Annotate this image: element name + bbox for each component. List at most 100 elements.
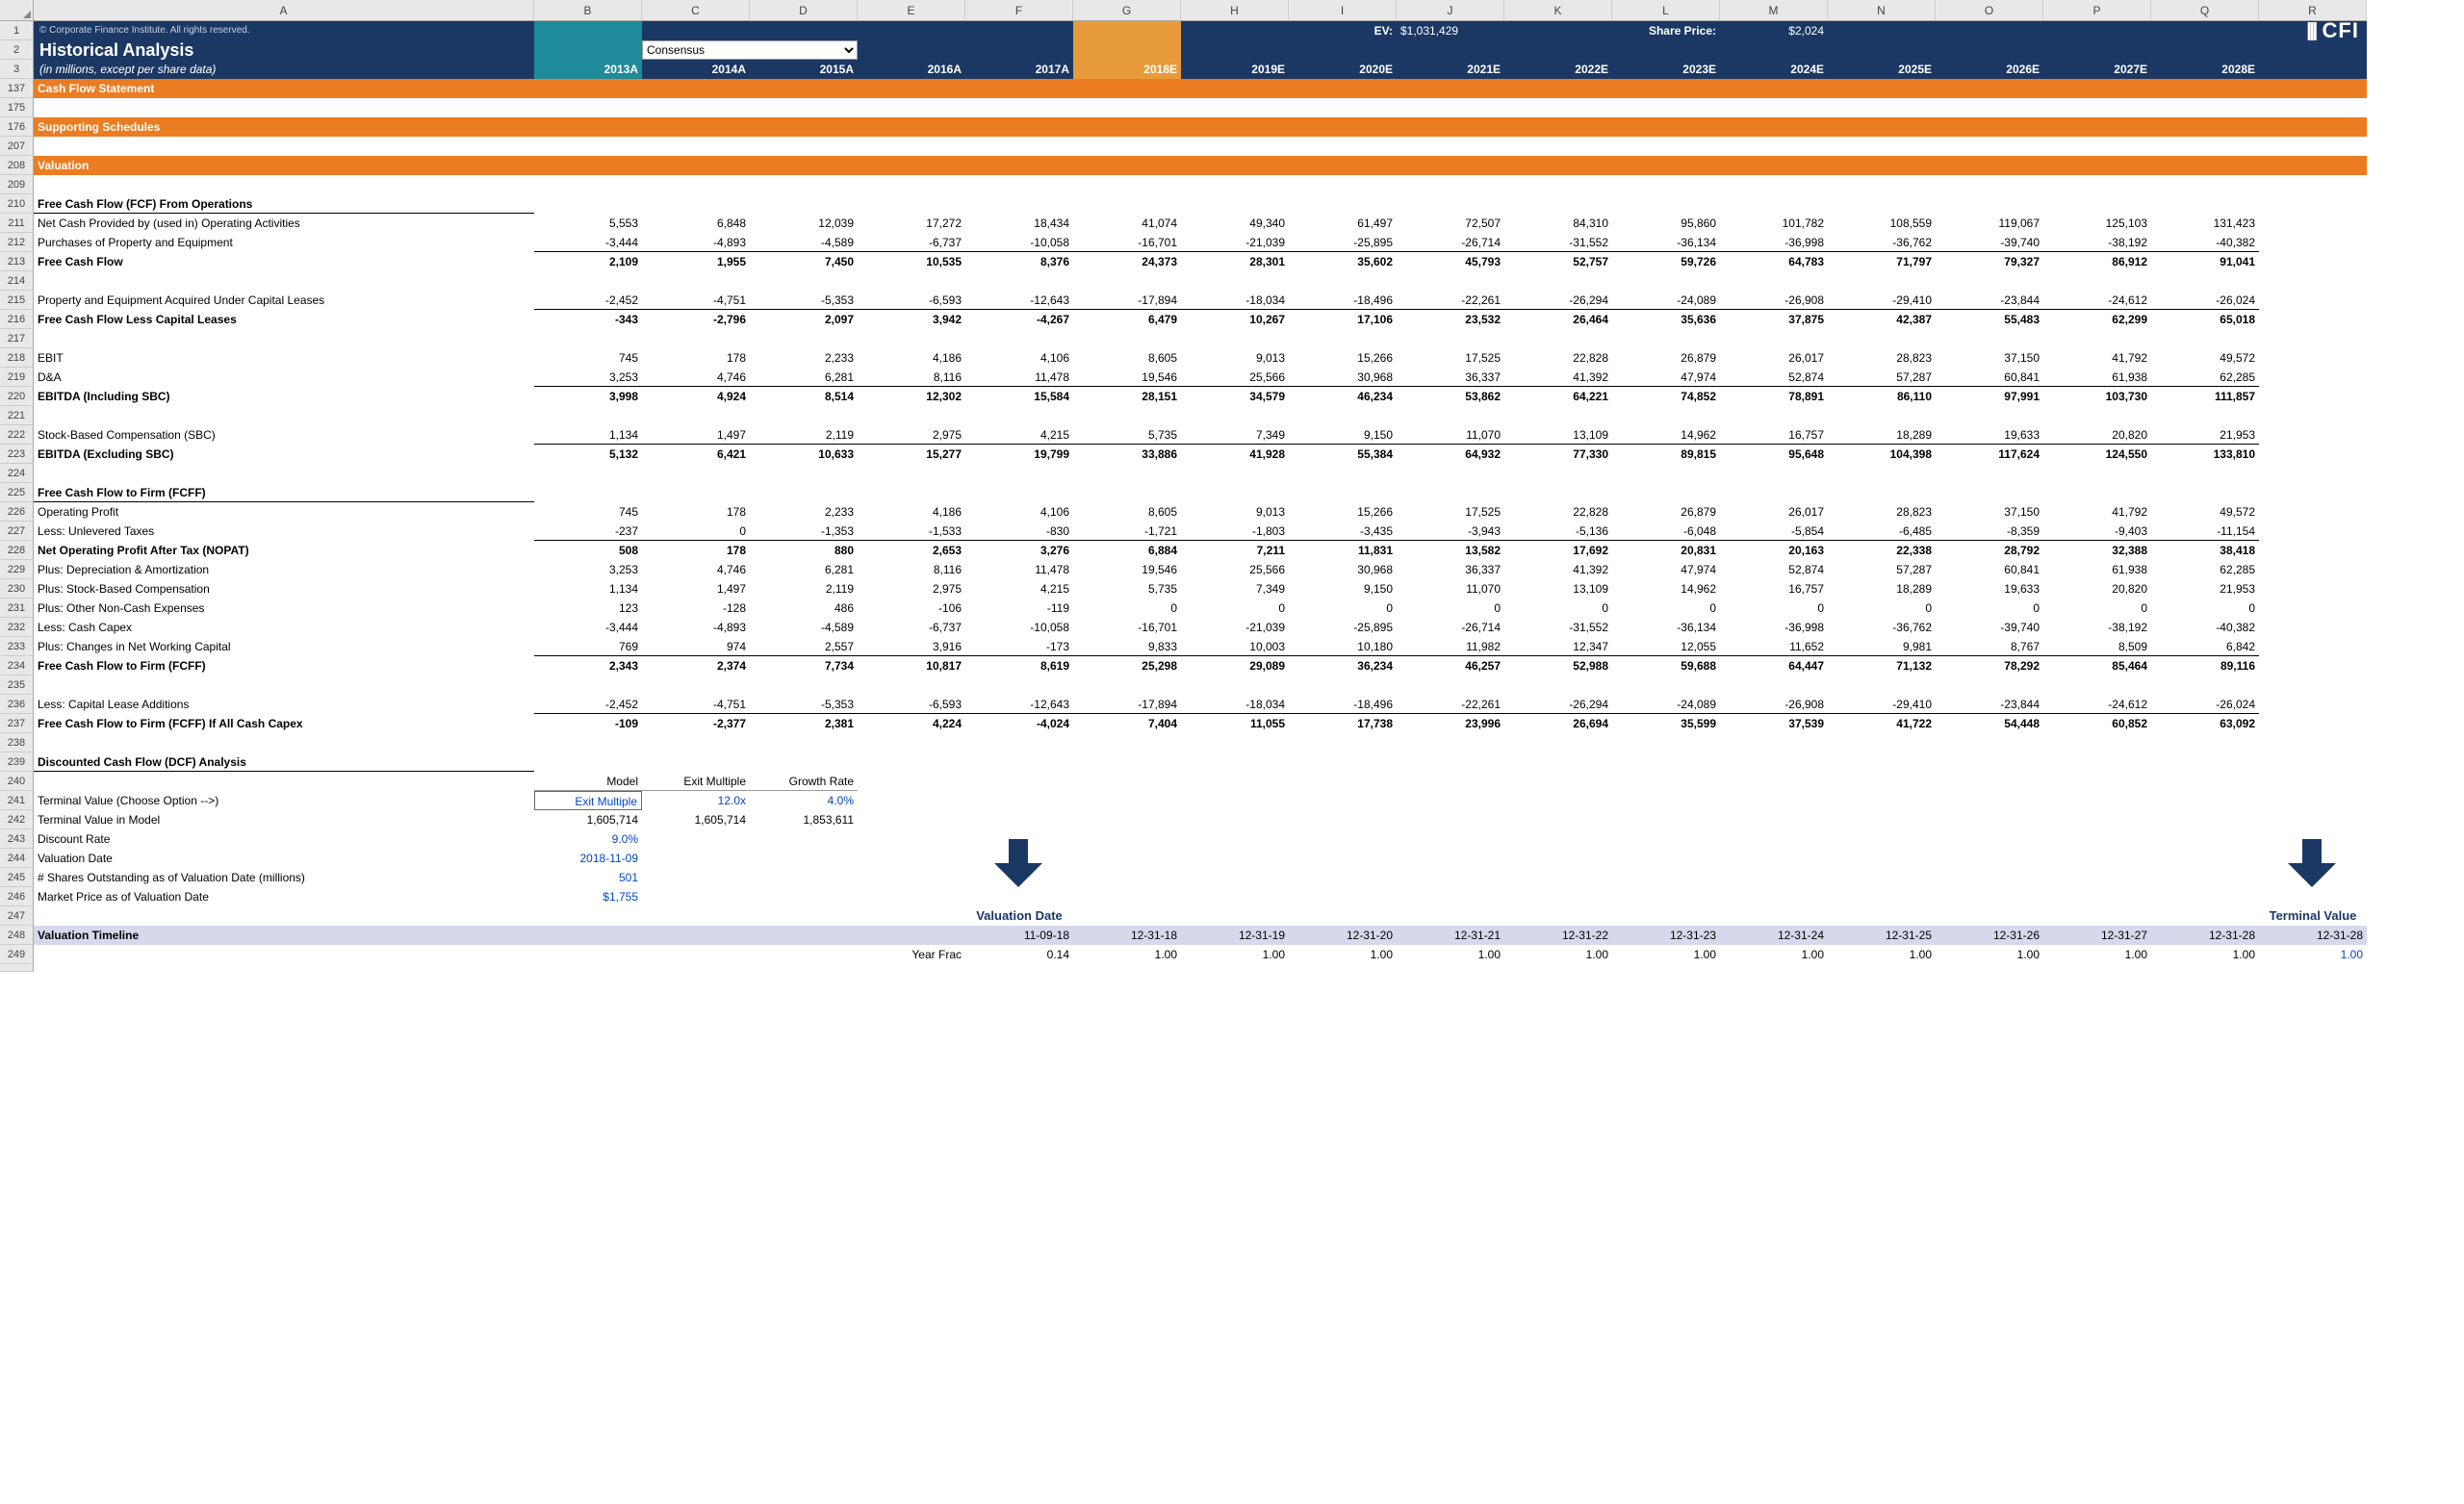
col-head[interactable]: K [1504, 0, 1612, 21]
row-head[interactable]: 217 [0, 329, 34, 348]
data-cell: 4,746 [642, 368, 750, 387]
col-head[interactable]: R [2259, 0, 2367, 21]
row-head[interactable]: 246 [0, 887, 34, 906]
row-head[interactable]: 240 [0, 772, 34, 791]
share-price-value: $2,024 [1720, 21, 1828, 40]
row-head[interactable]: 236 [0, 695, 34, 714]
row-head[interactable]: 209 [0, 175, 34, 194]
row-head[interactable]: 219 [0, 368, 34, 387]
blank [965, 752, 1073, 772]
col-head[interactable]: I [1289, 0, 1397, 21]
select-all-corner[interactable] [0, 0, 34, 21]
row-head[interactable]: 230 [0, 579, 34, 599]
data-cell: 28,823 [1828, 502, 1936, 522]
row-head[interactable]: 226 [0, 502, 34, 522]
blank [1504, 733, 1612, 752]
col-head[interactable]: Q [2151, 0, 2259, 21]
row-head[interactable]: 225 [0, 483, 34, 502]
row-head[interactable]: 2 [0, 40, 34, 60]
data-cell: 65,018 [2151, 310, 2259, 329]
row-head[interactable]: 224 [0, 464, 34, 483]
row-head[interactable]: 234 [0, 656, 34, 676]
row-head[interactable]: 232 [0, 618, 34, 637]
row-head[interactable]: 237 [0, 714, 34, 733]
blank [1504, 752, 1612, 772]
col-head[interactable]: H [1181, 0, 1289, 21]
data-cell: 85,464 [2043, 656, 2151, 676]
row-head[interactable]: 222 [0, 425, 34, 445]
row-head[interactable]: 243 [0, 829, 34, 849]
col-head[interactable]: E [858, 0, 965, 21]
arrow-container [965, 849, 1073, 868]
col-head[interactable]: N [1828, 0, 1936, 21]
row-head[interactable]: 242 [0, 810, 34, 829]
col-head[interactable]: J [1397, 0, 1504, 21]
row-head[interactable]: 235 [0, 676, 34, 695]
blank [534, 137, 642, 156]
col-head[interactable]: G [1073, 0, 1181, 21]
row-head[interactable]: 245 [0, 868, 34, 887]
col-head[interactable]: B [534, 0, 642, 21]
row-head[interactable]: 231 [0, 599, 34, 618]
blank [2259, 406, 2367, 425]
blank [1612, 964, 1720, 972]
col-head[interactable]: L [1612, 0, 1720, 21]
data-cell: 0 [1612, 599, 1720, 618]
row-head[interactable]: 238 [0, 733, 34, 752]
row-head[interactable]: 216 [0, 310, 34, 329]
col-head[interactable]: P [2043, 0, 2151, 21]
data-cell: -39,740 [1936, 233, 2043, 252]
row-head[interactable] [0, 964, 34, 972]
col-head[interactable]: A [34, 0, 534, 21]
row-label: Plus: Depreciation & Amortization [34, 560, 534, 579]
row-head[interactable]: 221 [0, 406, 34, 425]
row-head[interactable]: 239 [0, 752, 34, 772]
blank [1289, 406, 1397, 425]
scenario-dropdown[interactable]: Consensus [642, 40, 858, 60]
row-head[interactable]: 248 [0, 926, 34, 945]
blank [1289, 329, 1397, 348]
dcf-value[interactable]: Exit Multiple [534, 791, 642, 810]
row-head[interactable]: 213 [0, 252, 34, 271]
row-head[interactable]: 207 [0, 137, 34, 156]
row-head[interactable]: 249 [0, 945, 34, 964]
row-head[interactable]: 3 [0, 60, 34, 79]
row-head[interactable]: 176 [0, 117, 34, 137]
row-head[interactable]: 208 [0, 156, 34, 175]
col-head[interactable]: O [1936, 0, 2043, 21]
blank [2259, 791, 2367, 810]
row-head[interactable]: 218 [0, 348, 34, 368]
blank [1289, 676, 1397, 695]
row-head[interactable]: 212 [0, 233, 34, 252]
row-head[interactable]: 215 [0, 291, 34, 310]
row-head[interactable]: 244 [0, 849, 34, 868]
col-head[interactable]: M [1720, 0, 1828, 21]
row-head[interactable]: 233 [0, 637, 34, 656]
col-head[interactable]: D [750, 0, 858, 21]
col-head[interactable]: C [642, 0, 750, 21]
row-head[interactable]: 223 [0, 445, 34, 464]
row-head[interactable]: 211 [0, 214, 34, 233]
row-head[interactable]: 220 [0, 387, 34, 406]
row-head[interactable]: 137 [0, 79, 34, 98]
data-cell: 8,509 [2043, 637, 2151, 656]
data-cell: 20,820 [2043, 425, 2151, 445]
row-head[interactable]: 175 [0, 98, 34, 117]
blank [534, 175, 642, 194]
data-cell: -38,192 [2043, 618, 2151, 637]
row-head[interactable]: 227 [0, 522, 34, 541]
hdr-cell [965, 40, 1073, 60]
row-head[interactable]: 214 [0, 271, 34, 291]
row-head[interactable]: 210 [0, 194, 34, 214]
year-header: 2015A [750, 60, 858, 79]
row-head[interactable]: 228 [0, 541, 34, 560]
col-head[interactable]: F [965, 0, 1073, 21]
data-cell: -6,737 [858, 233, 965, 252]
row-head[interactable]: 229 [0, 560, 34, 579]
row-head[interactable]: 247 [0, 906, 34, 926]
row-head[interactable]: 241 [0, 791, 34, 810]
timeline-date: 12-31-28 [2151, 926, 2259, 945]
row-head[interactable]: 1 [0, 21, 34, 40]
data-cell: -26,908 [1720, 695, 1828, 714]
blank [1828, 868, 1936, 887]
